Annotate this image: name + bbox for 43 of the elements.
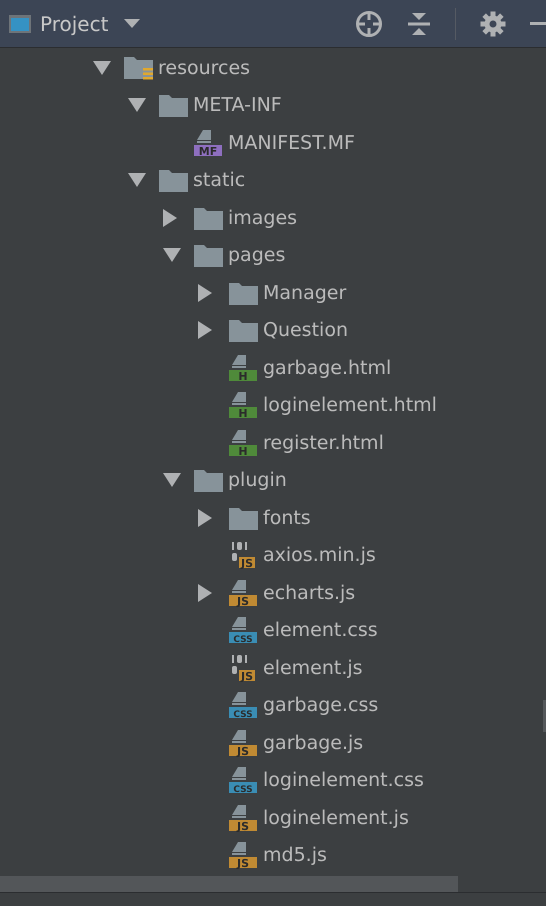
expanded-arrow-icon[interactable] (128, 98, 146, 112)
tree-item-label[interactable]: garbage.html (263, 354, 392, 382)
tree-item-label[interactable]: echarts.js (263, 578, 356, 607)
panel-title[interactable]: Project (40, 8, 108, 38)
tree-item-label[interactable]: static (193, 166, 246, 194)
expanded-arrow-icon[interactable] (128, 173, 146, 188)
tree-item-label[interactable]: md5.js (263, 841, 327, 870)
tree-item-label[interactable]: MANIFEST.MF (228, 128, 355, 157)
collapsed-arrow-icon[interactable] (198, 508, 212, 527)
tree-item-label[interactable]: fonts (263, 504, 311, 532)
tree-item-label[interactable]: Question (263, 316, 348, 344)
tree-item-label[interactable]: element.css (263, 616, 378, 644)
expanded-arrow-icon[interactable] (93, 60, 111, 75)
collapsed-arrow-icon[interactable] (163, 208, 177, 227)
expanded-arrow-icon[interactable] (163, 248, 181, 262)
collapsed-arrow-icon[interactable] (198, 321, 212, 340)
folder-icon (193, 467, 224, 494)
tree-item-label[interactable]: axios.min.js (263, 541, 376, 570)
tree-item-label[interactable]: loginelement.js (263, 804, 409, 832)
folder-icon (228, 317, 259, 344)
tree-item-label[interactable]: register.html (263, 428, 384, 457)
tree-item-label[interactable]: garbage.css (263, 691, 378, 720)
window-icon (8, 14, 32, 34)
tree-item-label[interactable]: element.js (263, 654, 363, 682)
folder-icon (158, 92, 189, 118)
tree-item-label[interactable]: META-INF (193, 91, 282, 120)
minimize-button[interactable] (530, 22, 546, 26)
locate-button[interactable] (355, 10, 383, 38)
tree-item-label[interactable]: Manager (263, 278, 346, 307)
tree-item-label[interactable]: loginelement.css (263, 766, 424, 794)
folder-icon (193, 242, 224, 268)
tree-item-label[interactable]: resources (158, 54, 250, 82)
tree-item-label[interactable]: pages (228, 241, 286, 270)
tree-item-label[interactable]: loginelement.html (263, 391, 437, 420)
collapsed-arrow-icon[interactable] (198, 584, 212, 602)
expanded-arrow-icon[interactable] (163, 473, 181, 488)
folder-icon (158, 167, 189, 194)
collapsed-arrow-icon[interactable] (198, 284, 212, 302)
tree-item-label[interactable]: plugin (228, 466, 287, 494)
dropdown-caret-icon[interactable] (124, 18, 140, 28)
tree-item-label[interactable]: garbage.js (263, 728, 364, 757)
scrollbar[interactable] (0, 876, 458, 892)
tree-item-label[interactable]: images (228, 204, 298, 232)
